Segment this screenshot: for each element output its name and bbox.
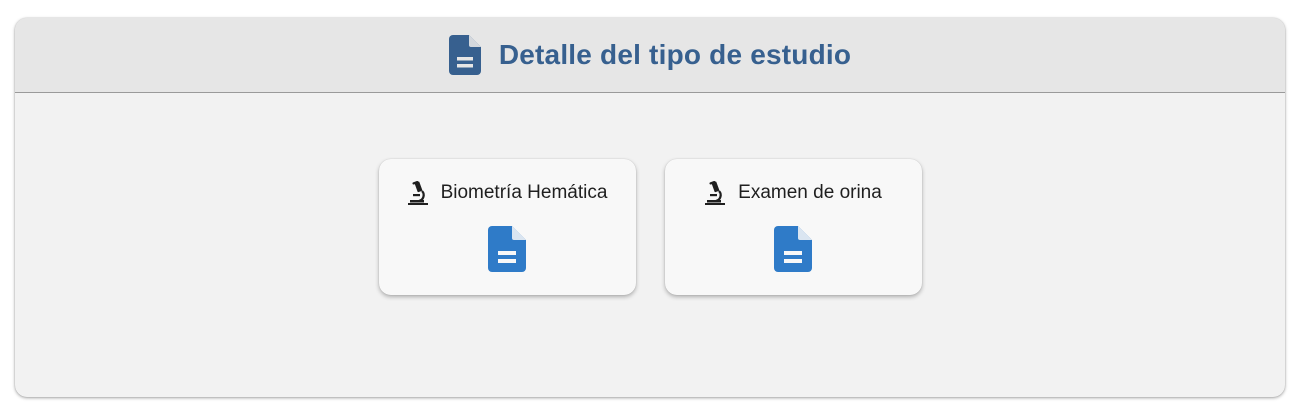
card-label: Biometría Hemática bbox=[440, 182, 608, 203]
study-card-biometria[interactable]: Biometría Hemática bbox=[378, 159, 636, 295]
study-cards: Biometría Hemática Examen de orina bbox=[15, 159, 1285, 295]
panel-header: Detalle del tipo de estudio bbox=[15, 18, 1285, 93]
document-icon[interactable] bbox=[487, 225, 527, 273]
microscope-icon bbox=[407, 181, 429, 205]
page-title: Detalle del tipo de estudio bbox=[498, 39, 852, 70]
card-header: Examen de orina bbox=[665, 181, 922, 205]
card-label: Examen de orina bbox=[738, 182, 882, 203]
document-icon bbox=[448, 35, 481, 75]
study-type-detail-panel: Detalle del tipo de estudio Biometría He… bbox=[15, 18, 1285, 397]
study-card-examen-orina[interactable]: Examen de orina bbox=[664, 159, 922, 295]
document-icon[interactable] bbox=[773, 225, 813, 273]
card-header: Biometría Hemática bbox=[379, 181, 636, 205]
microscope-icon bbox=[704, 181, 726, 205]
